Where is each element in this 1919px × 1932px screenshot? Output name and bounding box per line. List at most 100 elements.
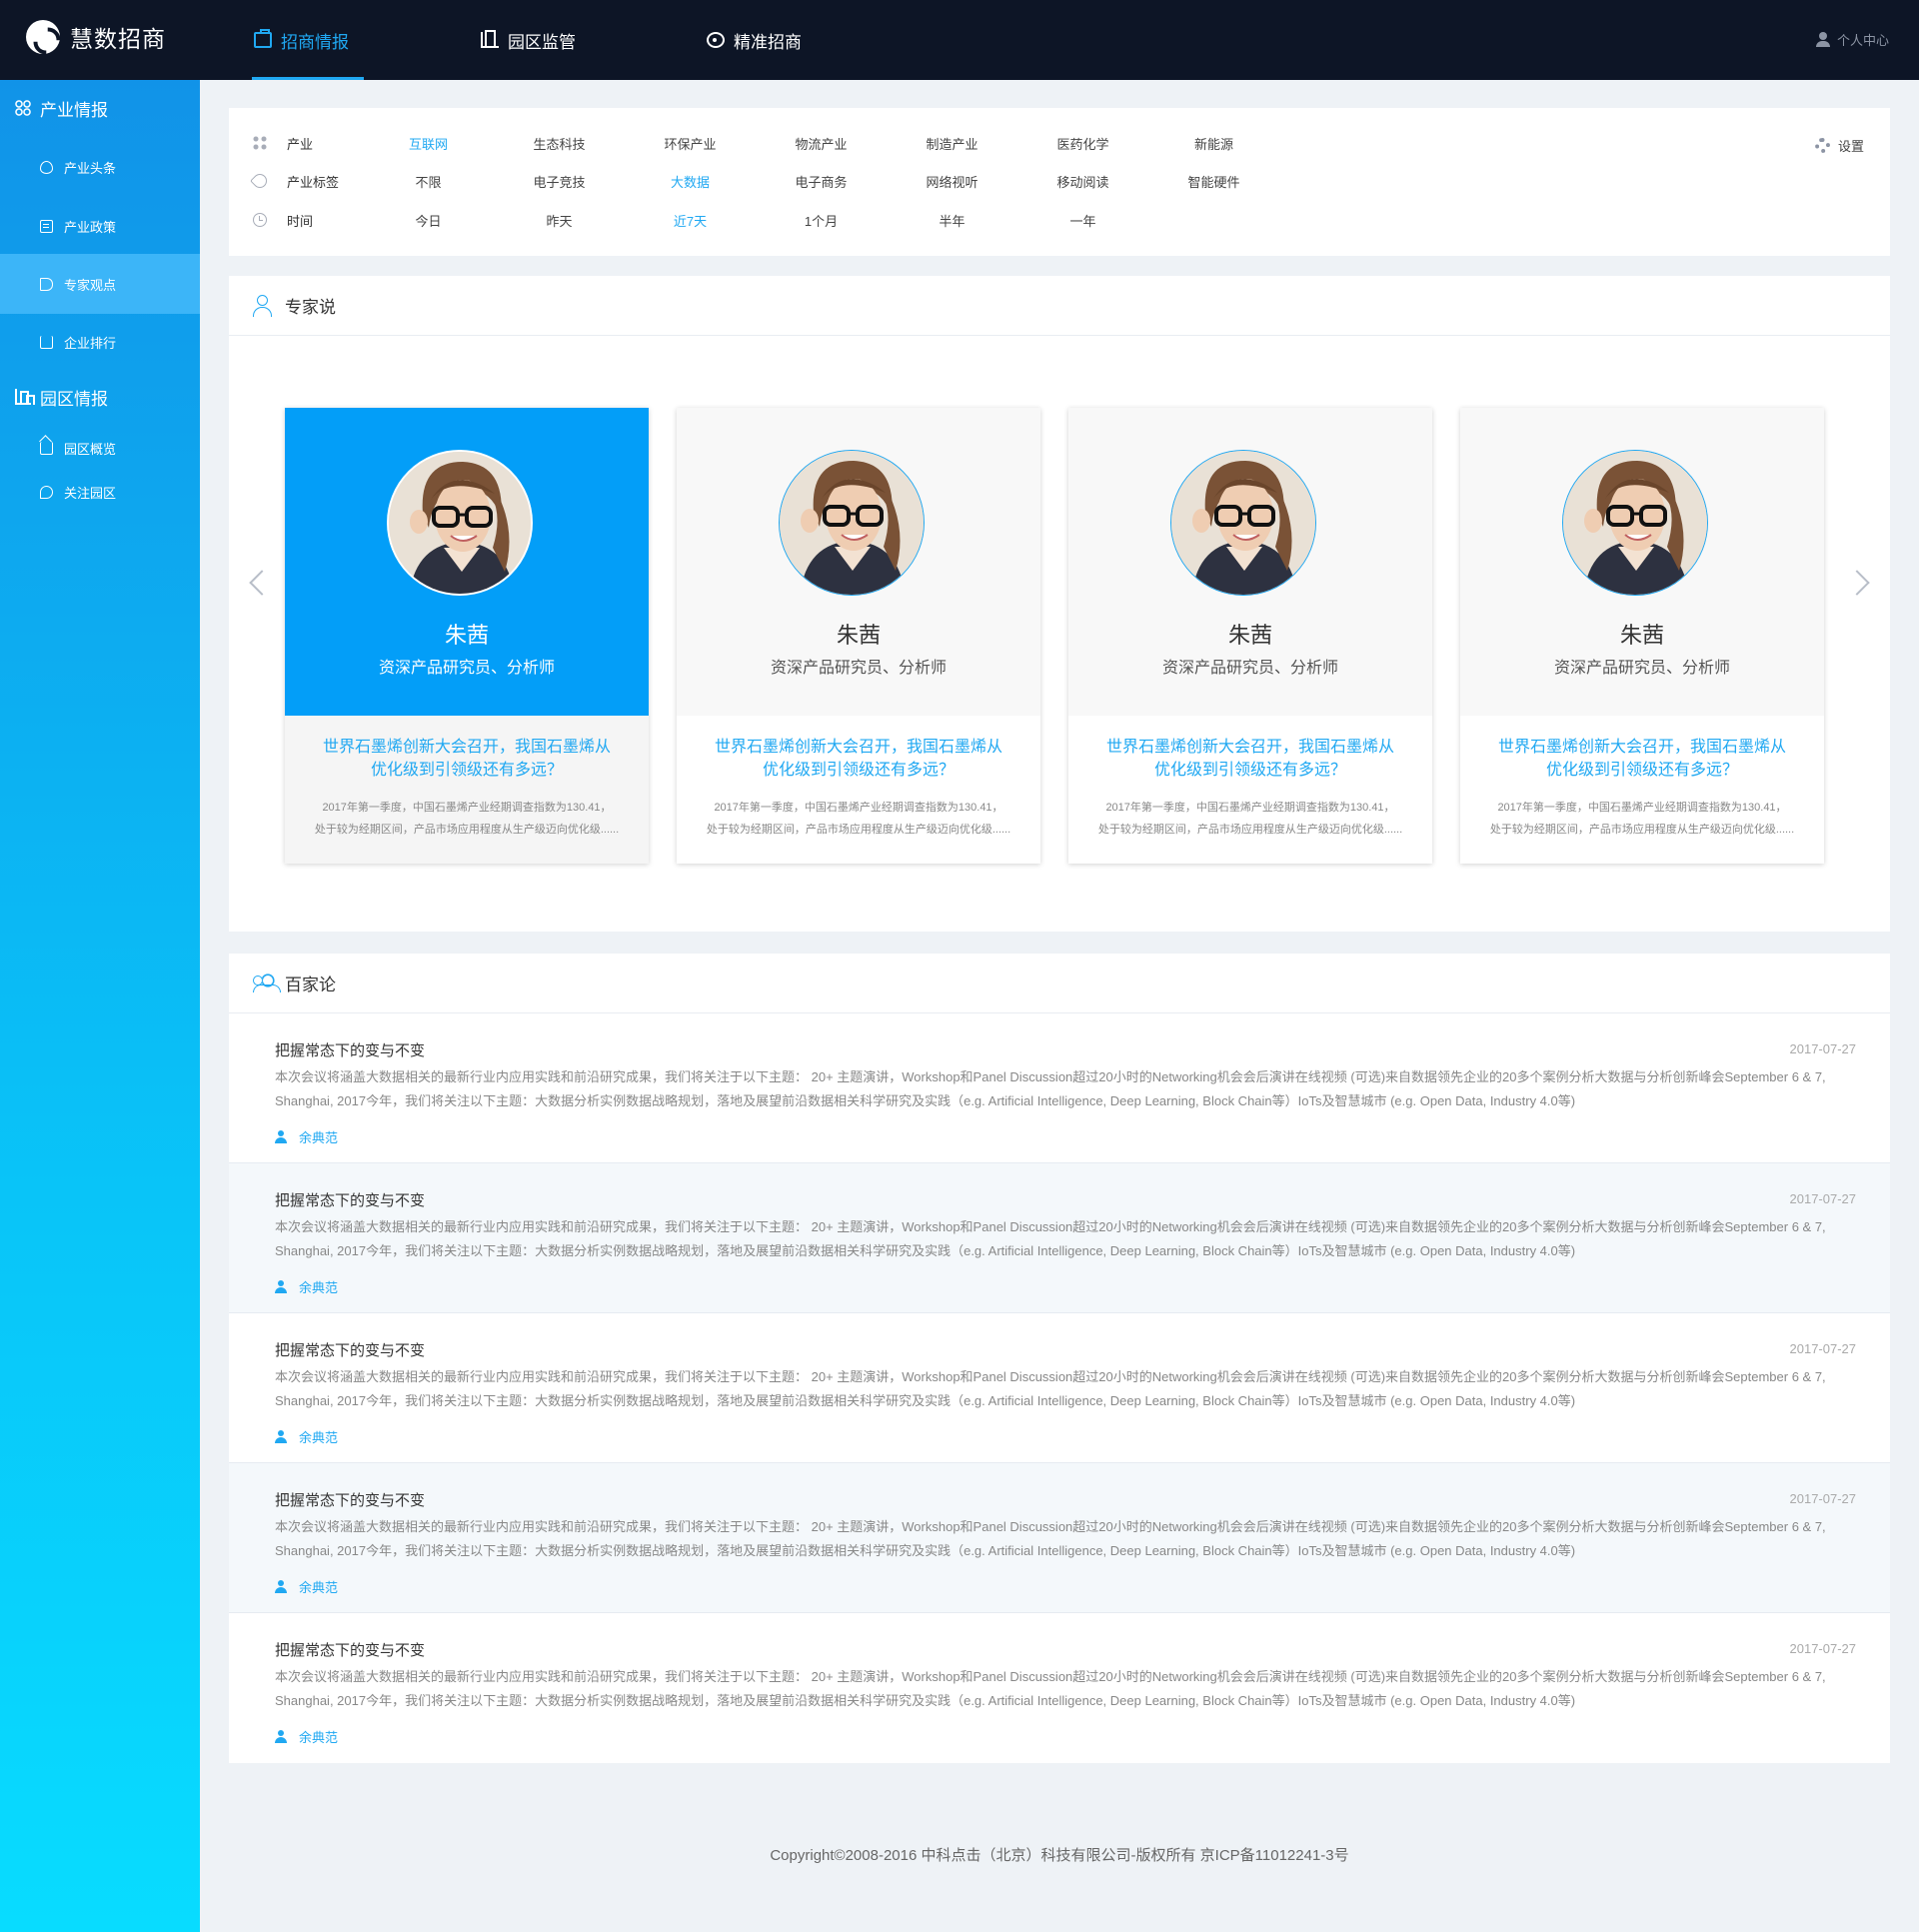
filter-option[interactable]: 1个月 (756, 211, 887, 230)
user-icon (1815, 32, 1830, 47)
article-item[interactable]: 把握常态下的变与不变 2017-07-27 本次会议将涵盖大数据相关的最新行业内… (229, 1013, 1890, 1163)
article-author[interactable]: 余典范 (275, 1127, 338, 1146)
filter-option[interactable]: 互联网 (363, 134, 494, 153)
summary-line: 2017年第一季度，中国石墨烯产业经期调查指数为130.41， (714, 802, 1003, 814)
filter-option[interactable]: 移动阅读 (1017, 172, 1148, 191)
article-date: 2017-07-27 (1789, 1641, 1857, 1656)
expert-card[interactable]: 朱茜 资深产品研究员、分析师 世界石墨烯创新大会召开，我国石墨烯从 优化级到引领… (1460, 408, 1824, 864)
article-author[interactable]: 余典范 (275, 1727, 338, 1746)
expert-article-summary: 2017年第一季度，中国石墨烯产业经期调查指数为130.41， 处于较为经期区间… (293, 797, 641, 841)
headline-line: 世界石墨烯创新大会召开，我国石墨烯从 (322, 739, 611, 756)
building-icon (15, 389, 35, 405)
filter-option[interactable]: 制造产业 (887, 134, 1017, 153)
expert-title: 资深产品研究员、分析师 (378, 660, 555, 677)
expert-article-summary: 2017年第一季度，中国石墨烯产业经期调查指数为130.41， 处于较为经期区间… (1468, 797, 1816, 841)
app-logo[interactable]: 慧数招商 (26, 20, 166, 54)
nav-tab-park-supervision[interactable]: 园区监管 (479, 0, 578, 80)
expert-section: 专家说 朱茜 资深产品研究员、分析师 世界石墨烯创新大会召开，我国石墨烯从 优化… (229, 276, 1890, 932)
app-name: 慧数招商 (70, 26, 166, 52)
article-author[interactable]: 余典范 (275, 1277, 338, 1296)
sidebar-item-label: 关注园区 (64, 485, 117, 501)
main-content: 产业 互联网 生态科技 环保产业 物流产业 制造产业 医药化学 新能源 产业标签… (229, 108, 1890, 1763)
author-name: 余典范 (299, 1130, 339, 1145)
user-icon (275, 1130, 287, 1143)
expert-name: 朱茜 (836, 623, 881, 648)
filter-option[interactable]: 网络视听 (887, 172, 1017, 191)
summary-line: 处于较为经期区间，产品市场应用程度从生产级迈向优化级...... (314, 824, 620, 836)
filter-option[interactable]: 新能源 (1148, 134, 1279, 153)
headline-line: 优化级到引领级还有多远？ (1545, 762, 1738, 779)
expert-card[interactable]: 朱茜 资深产品研究员、分析师 世界石墨烯创新大会召开，我国石墨烯从 优化级到引领… (677, 408, 1040, 864)
expert-name: 朱茜 (1619, 623, 1664, 648)
headline-line: 优化级到引领级还有多远？ (370, 762, 563, 779)
sidebar-item-park-overview[interactable]: 园区概览 (0, 424, 200, 472)
crown-icon (40, 335, 53, 349)
filter-option[interactable]: 一年 (1017, 211, 1148, 230)
nav-tab-investment-intel[interactable]: 招商情报 (252, 0, 364, 80)
filter-option[interactable]: 今日 (363, 211, 494, 230)
expert-article-title[interactable]: 世界石墨烯创新大会召开，我国石墨烯从 优化级到引领级还有多远？ (1088, 736, 1412, 782)
nav-tab-precise-investment[interactable]: 精准招商 (705, 0, 804, 80)
avatar (387, 450, 533, 596)
filter-option[interactable]: 物流产业 (756, 134, 887, 153)
expert-article-title[interactable]: 世界石墨烯创新大会召开，我国石墨烯从 优化级到引领级还有多远？ (1480, 736, 1804, 782)
expert-article-summary: 2017年第一季度，中国石墨烯产业经期调查指数为130.41， 处于较为经期区间… (1076, 797, 1424, 841)
logo-icon (26, 20, 60, 54)
article-title[interactable]: 把握常态下的变与不变 (275, 1489, 425, 1510)
article-title[interactable]: 把握常态下的变与不变 (275, 1189, 425, 1210)
sidebar-group-industry-intel[interactable]: 产业情报 (0, 80, 200, 136)
heart-icon (40, 485, 53, 499)
sidebar-item-label: 专家观点 (64, 277, 117, 293)
settings-button[interactable]: 设置 (1814, 136, 1864, 155)
author-name: 余典范 (299, 1580, 339, 1595)
summary-line: 处于较为经期区间，产品市场应用程度从生产级迈向优化级...... (1489, 824, 1795, 836)
article-author[interactable]: 余典范 (275, 1577, 338, 1596)
filter-label-group: 产业 (253, 134, 363, 153)
filter-option[interactable]: 生态科技 (494, 134, 625, 153)
filter-option[interactable]: 昨天 (494, 211, 625, 230)
filter-option[interactable]: 近7天 (625, 211, 756, 230)
article-title[interactable]: 把握常态下的变与不变 (275, 1339, 425, 1360)
filter-options: 互联网 生态科技 环保产业 物流产业 制造产业 医药化学 新能源 (363, 134, 1279, 153)
filter-option[interactable]: 大数据 (625, 172, 756, 191)
filter-option[interactable]: 电子竞技 (494, 172, 625, 191)
expert-card[interactable]: 朱茜 资深产品研究员、分析师 世界石墨烯创新大会召开，我国石墨烯从 优化级到引领… (1068, 408, 1432, 864)
filter-option[interactable]: 电子商务 (756, 172, 887, 191)
summary-line: 2017年第一季度，中国石墨烯产业经期调查指数为130.41， (322, 802, 612, 814)
carousel-next-icon[interactable] (1844, 570, 1870, 596)
section-title: 百家论 (285, 975, 336, 994)
filter-option[interactable]: 医药化学 (1017, 134, 1148, 153)
sidebar-item-company-ranking[interactable]: 企业排行 (0, 314, 200, 370)
expert-card[interactable]: 朱茜 资深产品研究员、分析师 世界石墨烯创新大会召开，我国石墨烯从 优化级到引领… (285, 408, 649, 864)
article-item[interactable]: 把握常态下的变与不变 2017-07-27 本次会议将涵盖大数据相关的最新行业内… (229, 1163, 1890, 1313)
filter-option[interactable]: 环保产业 (625, 134, 756, 153)
baijia-section-header: 百家论 (229, 954, 1890, 1013)
section-title: 专家说 (285, 298, 336, 317)
article-date: 2017-07-27 (1789, 1041, 1857, 1056)
sidebar-item-industry-policy[interactable]: 产业政策 (0, 198, 200, 254)
sidebar-item-followed-parks[interactable]: 关注园区 (0, 472, 200, 512)
article-title[interactable]: 把握常态下的变与不变 (275, 1639, 425, 1660)
expert-icon (253, 294, 275, 317)
summary-line: 处于较为经期区间，产品市场应用程度从生产级迈向优化级...... (1097, 824, 1403, 836)
expert-article-title[interactable]: 世界石墨烯创新大会召开，我国石墨烯从 优化级到引领级还有多远？ (305, 736, 629, 782)
user-icon (275, 1280, 287, 1293)
sidebar-item-industry-headlines[interactable]: 产业头条 (0, 136, 200, 198)
filter-option[interactable]: 半年 (887, 211, 1017, 230)
sidebar-item-label: 企业排行 (64, 335, 117, 351)
article-body: 本次会议将涵盖大数据相关的最新行业内应用实践和前沿研究成果，我们将关注于以下主题… (275, 1669, 1826, 1708)
filter-option[interactable]: 智能硬件 (1148, 172, 1279, 191)
expert-card-header: 朱茜 资深产品研究员、分析师 (285, 408, 649, 716)
article-author[interactable]: 余典范 (275, 1427, 338, 1446)
sidebar-group-park-intel[interactable]: 园区情报 (0, 370, 200, 424)
filter-option[interactable]: 不限 (363, 172, 494, 191)
article-item[interactable]: 把握常态下的变与不变 2017-07-27 本次会议将涵盖大数据相关的最新行业内… (229, 1313, 1890, 1463)
sidebar-item-expert-views[interactable]: 专家观点 (0, 254, 200, 314)
expert-card-header: 朱茜 资深产品研究员、分析师 (1068, 408, 1432, 716)
user-center-link[interactable]: 个人中心 (1815, 30, 1889, 49)
expert-article-title[interactable]: 世界石墨烯创新大会召开，我国石墨烯从 优化级到引领级还有多远？ (697, 736, 1020, 782)
carousel-prev-icon[interactable] (249, 570, 275, 596)
article-item[interactable]: 把握常态下的变与不变 2017-07-27 本次会议将涵盖大数据相关的最新行业内… (229, 1463, 1890, 1613)
article-item[interactable]: 把握常态下的变与不变 2017-07-27 本次会议将涵盖大数据相关的最新行业内… (229, 1613, 1890, 1763)
article-title[interactable]: 把握常态下的变与不变 (275, 1039, 425, 1060)
